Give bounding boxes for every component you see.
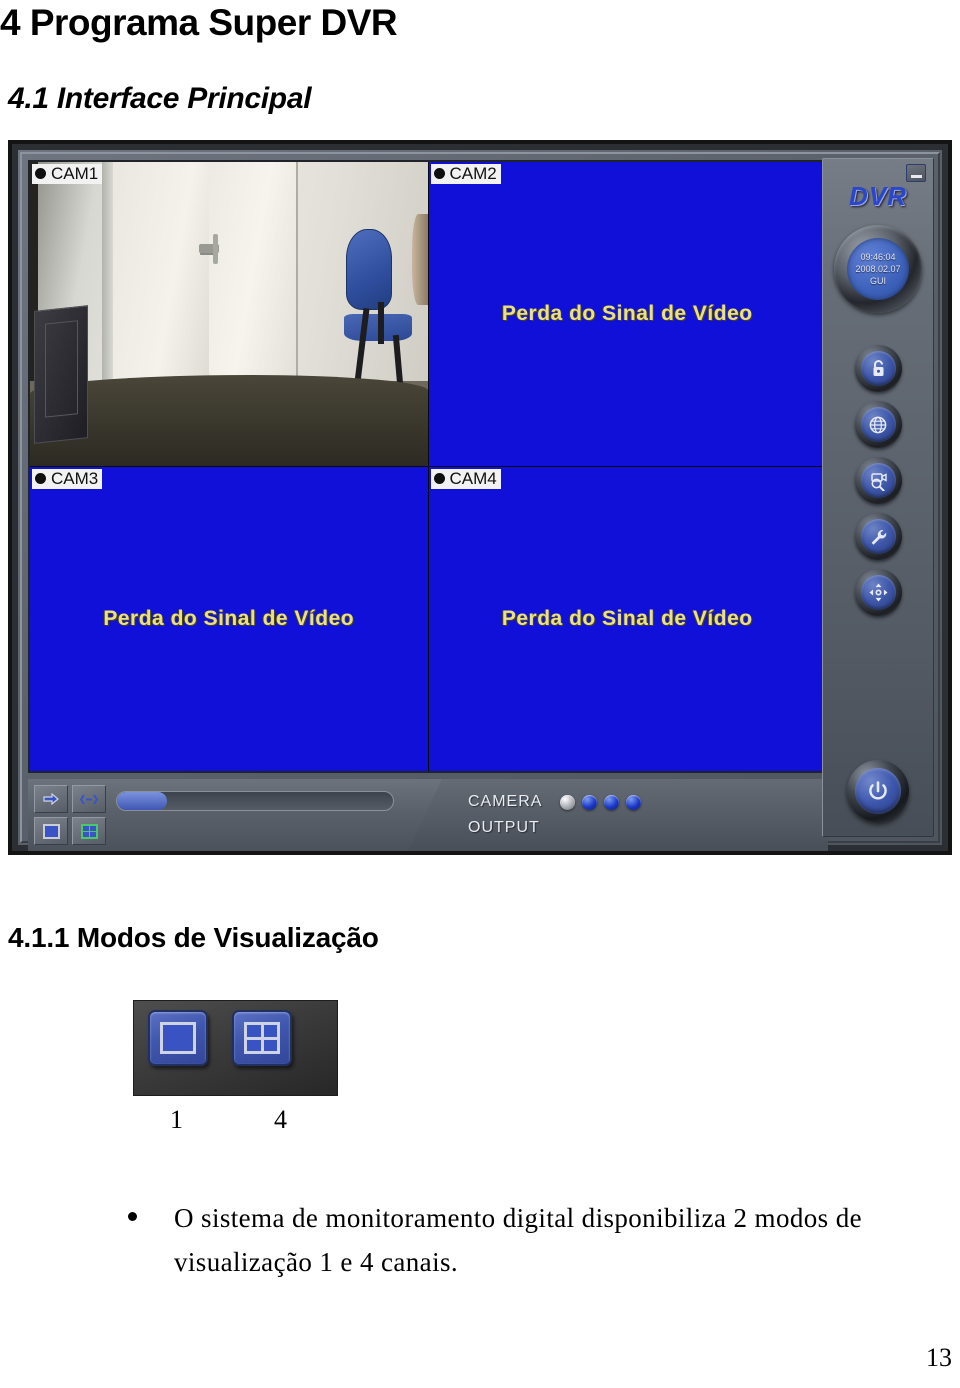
view-mode-1-button[interactable]: [148, 1010, 208, 1066]
ptz-pad-icon: [869, 583, 887, 602]
clock-mode: GUI: [869, 276, 886, 287]
record-dot-icon: [433, 473, 445, 484]
globe-icon: [869, 416, 887, 433]
clock-display[interactable]: 09:46:04 2008.02.07 GUI: [847, 238, 909, 300]
camera-led-3[interactable]: [604, 794, 620, 810]
camera-led-4[interactable]: [626, 794, 642, 810]
dvr-logo: DVR: [849, 181, 907, 211]
camera-row: CAMERA: [468, 789, 642, 815]
video-pane-cam4[interactable]: CAM4 Perda do Sinal de Vídeo: [428, 467, 826, 771]
page-number: 13: [926, 1343, 952, 1372]
network-button[interactable]: [854, 401, 902, 448]
camera-label: CAMERA: [468, 793, 543, 810]
signal-loss-message: Perda do Sinal de Vídeo: [501, 302, 753, 325]
playback-progress-fill: [117, 792, 167, 810]
output-row: OUTPUT: [468, 815, 641, 841]
quad-view-icon: [244, 1022, 280, 1054]
clock-bezel: 09:46:04 2008.02.07 GUI: [834, 225, 922, 313]
camera-output-panel: CAMERA OUTPUT: [408, 779, 828, 851]
camera-name: CAM4: [449, 469, 497, 488]
power-icon: [869, 781, 887, 800]
video-pane-cam3[interactable]: CAM3 Perda do Sinal de Vídeo: [30, 467, 428, 771]
bullet-icon: [128, 1212, 137, 1221]
dvr-interface-figure: CAM1 CAM2 Perda do Sinal de Vídeo CAM3 P…: [8, 140, 952, 855]
view-mode-1-caption: 1: [170, 1105, 183, 1134]
record-dot-icon: [35, 168, 46, 179]
search-camera-icon: [870, 472, 887, 491]
ptz-button[interactable]: [854, 569, 902, 616]
camera-name: CAM1: [51, 164, 99, 183]
single-view-button[interactable]: [34, 817, 68, 845]
body-bullet-paragraph: O sistema de monitoramento digital dispo…: [128, 1196, 928, 1284]
toolbar-button-group: [34, 785, 106, 845]
signal-loss-message: Perda do Sinal de Vídeo: [501, 607, 753, 630]
cycle-view-button[interactable]: [72, 785, 106, 813]
record-dot-icon: [35, 473, 46, 484]
view-modes-figure: [133, 1000, 338, 1096]
video-wall: CAM1 CAM2 Perda do Sinal de Vídeo CAM3 P…: [28, 160, 828, 773]
single-view-icon: [160, 1022, 196, 1054]
playback-progress-bar[interactable]: [116, 791, 394, 811]
page-title: 4 Programa Super DVR: [0, 2, 398, 43]
output-label: OUTPUT: [468, 819, 540, 836]
view-modes-buttons: [148, 1010, 292, 1066]
bottom-toolbar: CAMERA OUTPUT: [28, 779, 828, 851]
camera-led-group: [560, 794, 642, 810]
video-pane-cam1[interactable]: CAM1: [30, 162, 428, 466]
camera-led-1[interactable]: [560, 794, 576, 810]
camera-label-cam3: CAM3: [32, 469, 103, 489]
camera-output-labels: CAMERA OUTPUT: [468, 789, 642, 841]
dvr-side-panel: DVR 09:46:04 2008.02.07 GUI: [822, 158, 934, 837]
lock-button[interactable]: [854, 345, 902, 392]
record-dot-icon: [433, 168, 445, 179]
rotate-icon: [80, 793, 98, 805]
camera-name: CAM3: [51, 469, 99, 488]
clock-time: 09:46:04: [860, 251, 896, 262]
camera-label-cam2: CAM2: [430, 164, 501, 184]
power-button[interactable]: [847, 760, 909, 822]
clock-date: 2008.02.07: [855, 263, 901, 274]
camera-label-cam1: CAM1: [32, 164, 103, 184]
view-mode-4-caption: 4: [274, 1105, 287, 1134]
section-heading-4-1-1: 4.1.1 Modos de Visualização: [8, 922, 379, 953]
camera-label-cam4: CAM4: [430, 469, 501, 489]
lock-icon: [873, 360, 883, 376]
video-pane-cam2[interactable]: CAM2 Perda do Sinal de Vídeo: [428, 162, 826, 466]
minimize-button[interactable]: [906, 164, 926, 182]
settings-button[interactable]: [854, 513, 902, 560]
camera-led-2[interactable]: [582, 794, 598, 810]
cam1-live-image: [30, 162, 428, 466]
wrench-icon: [871, 529, 886, 545]
camera-name: CAM2: [449, 164, 497, 183]
arrow-right-icon: [43, 792, 59, 806]
quad-view-icon: [80, 823, 98, 839]
single-view-icon: [42, 823, 60, 839]
section-heading-4-1: 4.1 Interface Principal: [8, 82, 312, 115]
signal-loss-message: Perda do Sinal de Vídeo: [103, 607, 355, 630]
view-mode-4-button[interactable]: [232, 1010, 292, 1066]
quad-view-button[interactable]: [72, 817, 106, 845]
dvr-window: CAM1 CAM2 Perda do Sinal de Vídeo CAM3 P…: [12, 144, 948, 851]
bullet-text: O sistema de monitoramento digital dispo…: [174, 1203, 862, 1277]
next-channel-button[interactable]: [34, 785, 68, 813]
side-button-group: [823, 345, 933, 616]
playback-search-button[interactable]: [854, 457, 902, 504]
minimize-icon: [910, 175, 922, 178]
